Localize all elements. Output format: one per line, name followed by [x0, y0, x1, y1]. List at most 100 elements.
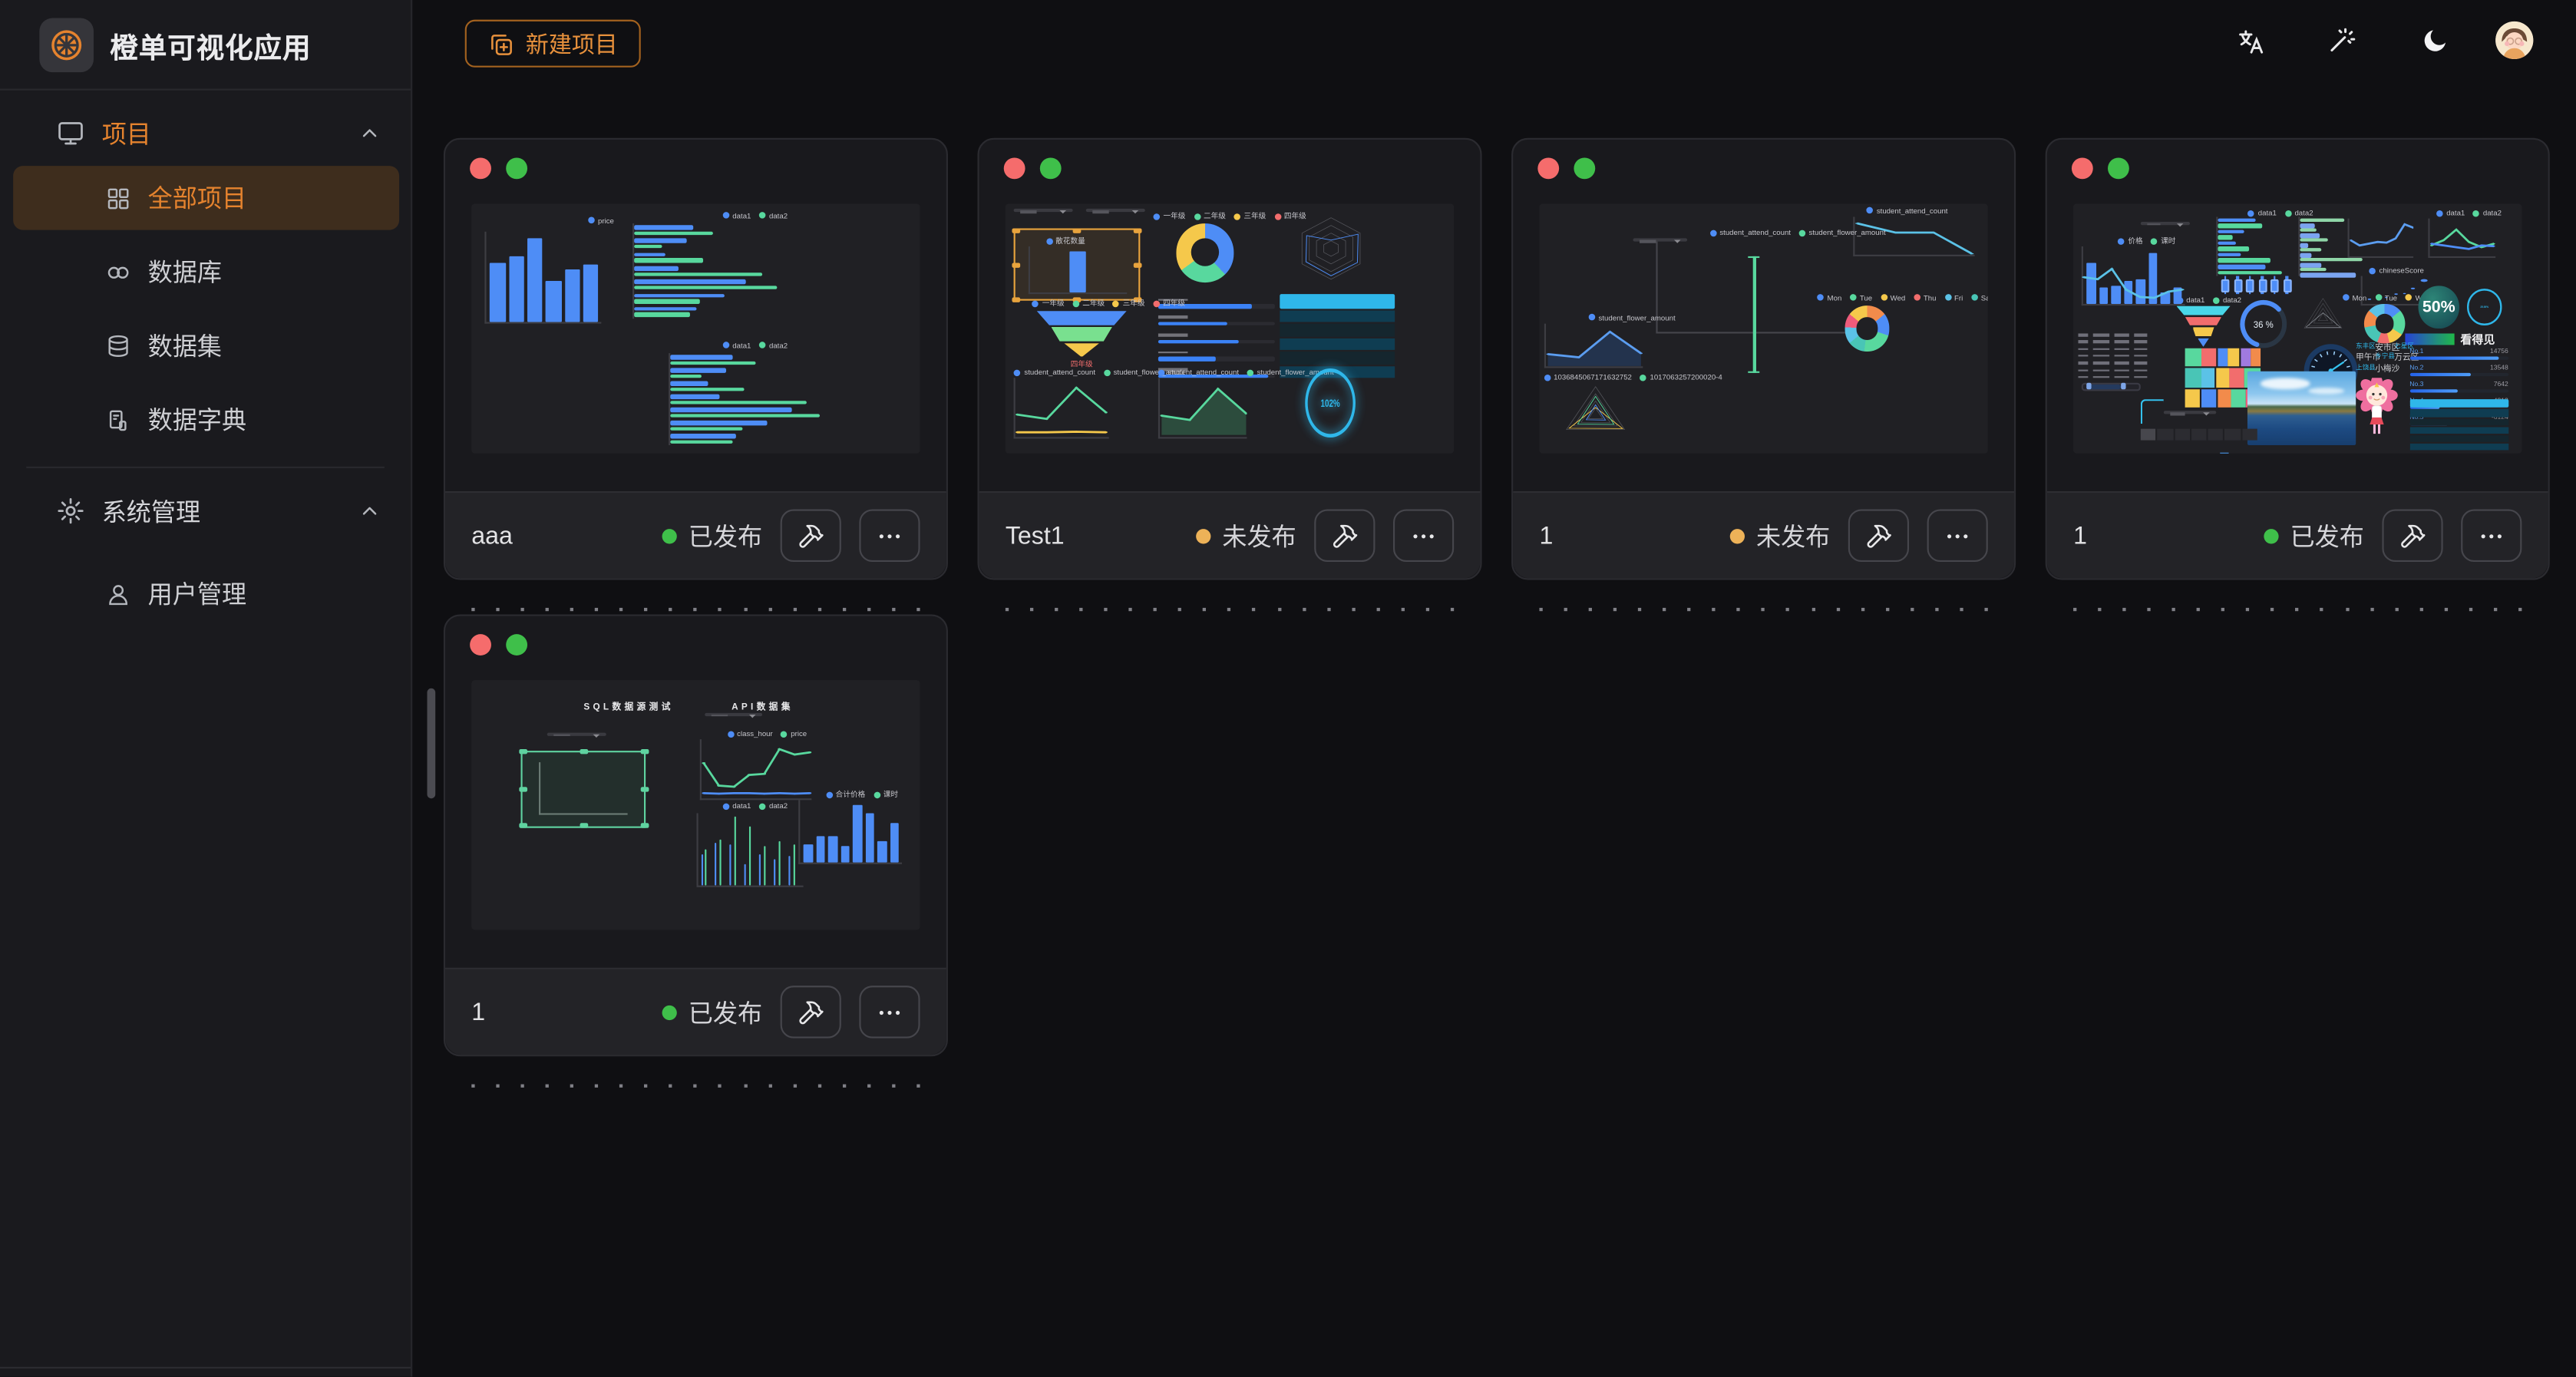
film-dots [2073, 608, 2522, 611]
project-thumbnail[interactable]: pricedata1data2data1data2 [471, 203, 920, 453]
thumb-widget-legend: 10368450671716327521017063257200020-4 [1544, 374, 1722, 382]
hammer-icon [797, 998, 824, 1025]
card-dot-red [1004, 157, 1025, 179]
status-dot [662, 528, 677, 543]
more-button[interactable] [1393, 509, 1454, 561]
project-card[interactable]: student_attend_countstudent_attend_count… [1511, 138, 2016, 580]
thumb-widget-donut [2365, 304, 2406, 344]
sidebar-item-database[interactable]: 数据库 [13, 239, 399, 303]
thumb-widget-hbar [633, 223, 790, 319]
build-button[interactable] [1314, 509, 1375, 561]
scrollbar-thumb[interactable] [427, 688, 435, 798]
sidebar: 橙单可视化应用 项目 全部项目 数据库 数据集 数据字典 系统管理 [0, 0, 412, 1377]
moon-icon[interactable] [2420, 26, 2450, 56]
thumb-widget-legend: 价格课时 [2118, 236, 2175, 246]
chevron-up-icon [358, 121, 381, 144]
status-badge: 已发布 [2264, 518, 2364, 553]
sidebar-item-label: 全部项目 [148, 180, 246, 215]
hammer-icon [1864, 522, 1892, 550]
new-project-label: 新建项目 [526, 27, 618, 60]
card-dot-green [506, 634, 527, 655]
monitor-icon [56, 118, 86, 148]
thumb-widget-select [1015, 209, 1073, 223]
thumb-widget-legend: 散花数量 [1045, 236, 1085, 246]
thumb-widget-legend: class_hourprice [727, 730, 807, 738]
grid-icon [105, 185, 131, 211]
thumb-widget-legend: 合计价格课时 [826, 790, 898, 800]
project-name: 1 [471, 998, 644, 1025]
film-dots [471, 1085, 920, 1088]
thumb-widget-vbar [1028, 246, 1127, 294]
more-button[interactable] [2461, 509, 2522, 561]
thumb-widget-legend: student_attend_countstudent_flower_amoun… [1709, 229, 1885, 237]
document-icon [105, 407, 131, 433]
new-project-button[interactable]: 新建项目 [465, 20, 641, 68]
sidebar-item-user-management[interactable]: 用户管理 [13, 562, 399, 626]
thumb-widget-slider [2082, 384, 2141, 391]
project-card[interactable]: 散花数量一年级二年级三年级四年级一年级二年级三年级四年级四年级student_a… [977, 138, 1481, 580]
thumb-widget-line [2346, 219, 2414, 259]
thumb-widget-legend: student_flower_amount [1589, 314, 1676, 322]
hammer-icon [2399, 522, 2426, 550]
project-card[interactable]: 价格课时data1data2data1data2chineseScoredata… [2046, 138, 2550, 580]
sidebar-item-dataset[interactable]: 数据集 [13, 314, 399, 378]
card-dot-red [2072, 157, 2093, 179]
project-thumbnail[interactable]: SQL数据源测试API数据集class_hourpricedata1data2合… [471, 680, 920, 930]
build-button[interactable] [781, 986, 841, 1038]
more-button[interactable] [859, 986, 920, 1038]
project-thumbnail[interactable]: 价格课时data1data2data1data2chineseScoredata… [2073, 203, 2522, 453]
sidebar-item-all-projects[interactable]: 全部项目 [13, 166, 399, 230]
card-dot-green [2108, 157, 2129, 179]
project-card[interactable]: pricedata1data2data1data2 aaa 已发布 [444, 138, 948, 580]
thumb-widget-funnel [2176, 306, 2230, 348]
magic-wand-icon[interactable] [2327, 26, 2356, 56]
status-label: 已发布 [689, 518, 762, 553]
status-label: 已发布 [2290, 518, 2364, 553]
app-title: 橙单可视化应用 [110, 25, 311, 66]
project-card[interactable]: SQL数据源测试API数据集class_hourpricedata1data2合… [444, 614, 948, 1056]
thumb-widget-badge: 50% [2419, 286, 2459, 329]
thumb-widget-legend: data1data2 [722, 341, 788, 349]
app-logo-row[interactable]: 橙单可视化应用 [0, 0, 411, 89]
card-footer: aaa 已发布 [445, 491, 946, 578]
thumb-widget-donut [1844, 306, 1889, 352]
svg-text:102%: 102% [1321, 398, 1341, 410]
build-button[interactable] [1848, 509, 1909, 561]
status-badge: 未发布 [1196, 518, 1296, 553]
language-icon[interactable] [2236, 26, 2266, 56]
thumb-widget-legend: 一年级二年级三年级四年级 [1032, 299, 1185, 309]
project-name: 1 [1539, 522, 1712, 550]
status-badge: 已发布 [662, 518, 763, 553]
sidebar-group-projects[interactable]: 项目 [0, 110, 411, 156]
sidebar-item-label: 数据集 [148, 329, 222, 363]
film-dots [1006, 608, 1454, 611]
sidebar-bottom-divider [0, 1367, 411, 1369]
thumb-widget-select [705, 712, 763, 727]
more-button[interactable] [859, 509, 920, 561]
project-thumbnail[interactable]: student_attend_countstudent_attend_count… [1539, 203, 1987, 453]
user-avatar[interactable] [2495, 21, 2533, 59]
status-label: 已发布 [689, 995, 762, 1029]
thumb-widget-select [548, 732, 606, 747]
gear-icon [56, 496, 86, 526]
card-dot-green [1040, 157, 1062, 179]
thumb-widget-selbox [521, 750, 647, 827]
thumb-widget-radar [1557, 384, 1633, 449]
sidebar-group-system[interactable]: 系统管理 [0, 488, 411, 534]
more-button[interactable] [1927, 509, 1988, 561]
project-name: 1 [2073, 522, 2246, 550]
sidebar-item-data-dictionary[interactable]: 数据字典 [13, 388, 399, 451]
project-thumbnail[interactable]: 散花数量一年级二年级三年级四年级一年级二年级三年级四年级四年级student_a… [1006, 203, 1454, 453]
thumb-widget-table [2409, 398, 2508, 451]
ellipsis-icon [876, 522, 903, 550]
card-footer: Test1 未发布 [979, 491, 1481, 578]
ellipsis-icon [1409, 522, 1437, 550]
build-button[interactable] [2382, 509, 2442, 561]
thumb-widget-legend: data1data2 [2436, 209, 2502, 217]
build-button[interactable] [781, 509, 841, 561]
thumb-widget-legend: MonTueWedThuFriSatSun [1818, 294, 1988, 302]
thumb-widget-hbar [669, 354, 825, 446]
svg-text:36 %: 36 % [2254, 320, 2274, 329]
status-dot [1196, 528, 1210, 543]
thumb-widget-line [2082, 259, 2185, 304]
